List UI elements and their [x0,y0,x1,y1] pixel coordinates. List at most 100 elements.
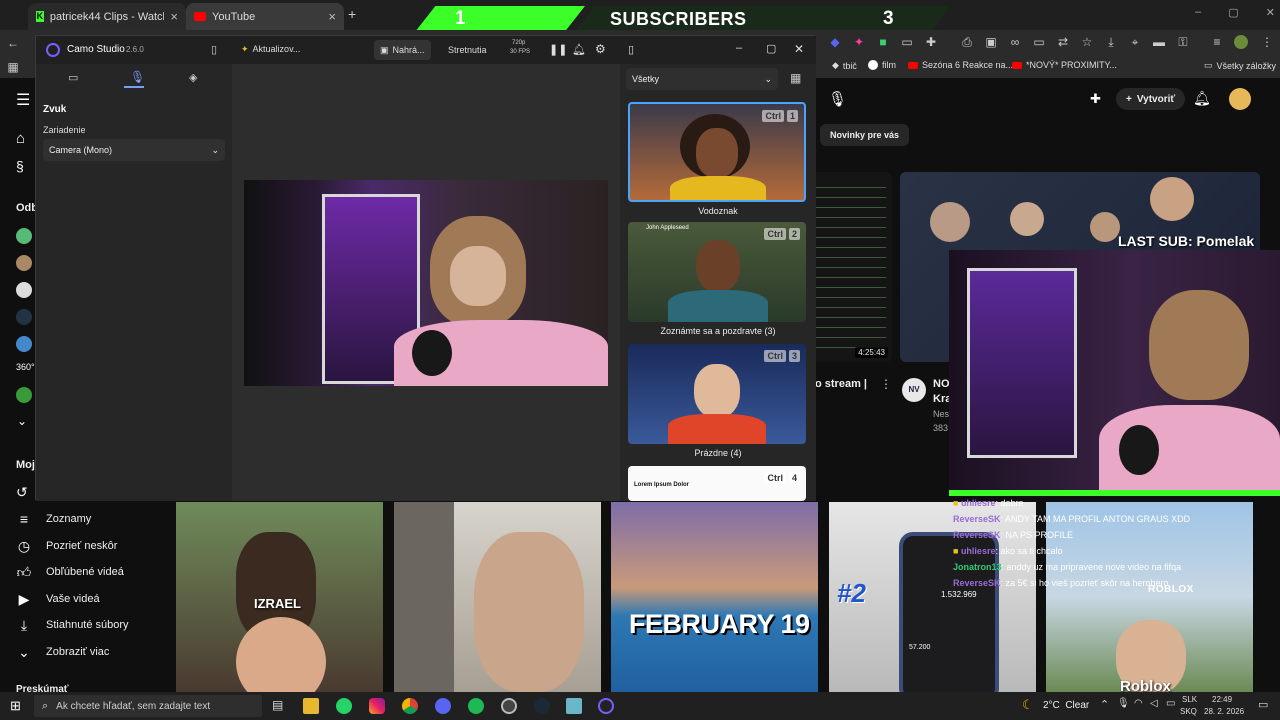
more-icon[interactable]: ⋮ [880,377,892,391]
file-explorer-icon[interactable] [303,698,319,714]
tab-youtube[interactable]: YouTube × [186,3,344,30]
tabs-icon[interactable]: ≡ [1210,35,1224,49]
grid-view-icon[interactable]: ▦ [790,71,801,85]
close-icon[interactable]: ✕ [1266,6,1275,19]
back-icon[interactable]: ← [6,36,20,50]
sidebar-item-watch-later[interactable]: ◷ Pozrieť neskôr [16,536,118,556]
gear-icon[interactable]: ⚙ [595,42,606,56]
clock-date[interactable]: 28. 2. 2026 [1204,707,1244,716]
close-icon[interactable]: × [328,9,336,24]
key-icon[interactable]: ⚿ [1176,35,1190,49]
hamburger-icon[interactable]: ☰ [16,90,30,110]
screenshot-icon[interactable]: ▣ [984,35,998,49]
language-code[interactable]: SLK [1182,695,1197,704]
close-icon[interactable]: × [170,9,178,24]
discord-icon[interactable] [435,698,451,714]
avatar[interactable]: 360° [16,362,35,372]
avatar[interactable] [16,228,32,244]
profile-avatar[interactable] [1234,35,1248,49]
bookmark-item[interactable]: film [868,60,896,70]
app-icon[interactable] [566,698,582,714]
minimize-icon[interactable]: – [736,42,742,54]
whatsapp-icon[interactable] [336,698,352,714]
keyboard-layout[interactable]: SKQ [1180,707,1197,716]
create-button[interactable]: + Vytvoriť [1116,88,1186,110]
create-plus-icon[interactable]: ✚ [1090,91,1101,107]
sidebar-item-downloads[interactable]: ⤓ Stiahnuté súbory [16,615,129,635]
windows-start-icon[interactable]: ⊞ [10,698,21,714]
translate-icon[interactable]: ⇄ [1056,35,1070,49]
wifi-icon[interactable]: ◠ [1134,698,1143,709]
bookmark-item[interactable]: Sezóna 6 Reakce na... [908,60,1013,70]
avatar[interactable] [16,309,32,325]
close-icon[interactable]: ✕ [794,42,804,56]
video-title[interactable]: o stream | [815,378,867,390]
notification-icon[interactable]: ▭ [1258,698,1268,711]
device-select[interactable]: Camera (Mono) ⌄ [43,139,225,161]
extension-icon[interactable]: ✦ [852,35,866,49]
scene-watermark[interactable]: Ctrl 1 [628,102,806,202]
layers-tab-icon[interactable]: ◈ [189,71,197,84]
tab-kick[interactable]: K patricek44 Clips - Watch Live o... × [28,3,186,30]
record-button[interactable]: ▣ Nahrá... [374,40,431,60]
split-view-icon[interactable]: ❚❚ [549,43,567,56]
panel-toggle-icon[interactable]: ▯ [628,43,634,56]
link-icon[interactable]: ∞ [1008,35,1022,49]
scene-filter-select[interactable]: Všetky ⌄ [626,68,778,90]
download-icon[interactable]: ⤓ [1104,35,1118,49]
obs-icon[interactable] [501,698,517,714]
meetings-button[interactable]: Stretnutia [448,45,487,55]
new-tab-button[interactable]: + [348,6,356,22]
sidebar-toggle-icon[interactable]: ▯ [211,43,217,56]
all-bookmarks[interactable]: ▭ Všetky záložky [1204,60,1276,71]
menu-icon[interactable]: ⋮ [1260,35,1274,49]
resolution-label[interactable]: 720p [512,40,525,46]
spotify-icon[interactable] [468,698,484,714]
short-thumbnail[interactable]: FEBRUARY 19 [611,502,818,692]
scene-lorem[interactable]: Lorem Ipsum Dolor Ctrl 4 [628,466,806,501]
video-title[interactable]: NO [933,378,950,390]
short-thumbnail[interactable] [394,502,601,692]
shorts-icon[interactable]: § [16,158,24,174]
chevron-down-icon[interactable]: ⌄ [17,414,27,428]
bookmark-item[interactable]: *NOVÝ* PROXIMITY... [1012,60,1117,70]
chip-news[interactable]: Novinky pre vás [820,124,910,146]
apps-icon[interactable]: ▦ [6,60,20,74]
scene-meet-greet[interactable]: John Appleseed Ctrl 2 [628,222,806,322]
microphone-tab-icon[interactable]: 🎙︎ [130,70,145,84]
channel-avatar[interactable]: NV [902,378,926,402]
sidebar-item-liked[interactable]: 👍︎ Obľúbené videá [16,562,124,582]
fps-label[interactable]: 30 FPS [510,49,530,55]
avatar[interactable] [1229,88,1251,110]
avatar[interactable] [16,336,32,352]
history-icon[interactable]: ↺ [16,484,28,501]
video-thumbnail-chat[interactable]: 4:25:43 [812,172,892,362]
microphone-icon[interactable]: 🎙︎ [1117,698,1130,709]
discord-extension-icon[interactable]: ◆ [828,35,842,49]
sidebar-item-show-more[interactable]: ⌄ Zobraziť viac [16,642,109,662]
channel-name[interactable]: Nes [933,409,949,419]
minimize-icon[interactable]: – [1195,6,1201,19]
sidebar-item-playlists[interactable]: ≡ Zoznamy [16,509,91,529]
clock-time[interactable]: 22:49 [1212,695,1232,704]
sidebar-item-your-videos[interactable]: ▶ Vaše videá [16,589,100,609]
video-tab-icon[interactable]: ▭ [68,71,78,84]
avatar[interactable] [16,255,32,271]
maximize-icon[interactable]: ▢ [766,42,776,55]
print-icon[interactable]: ⎙ [960,35,974,49]
extension-icon[interactable]: ▭ [900,35,914,49]
bookmark-item[interactable]: ◆ tbič [832,60,857,71]
scene-empty[interactable]: Ctrl 3 [628,344,806,444]
speaker-icon[interactable]: ◁ [1150,698,1158,709]
extension-icon[interactable]: ■ [876,35,890,49]
maximize-icon[interactable]: ▢ [1228,6,1238,19]
cast-icon[interactable]: ▭ [1032,35,1046,49]
update-button[interactable]: ✦ Aktualizov... [241,44,300,55]
instagram-icon[interactable] [369,698,385,714]
bell-icon[interactable]: 🔔︎ [1193,90,1211,107]
weather-moon-icon[interactable]: ☾ [1022,697,1034,713]
task-view-icon[interactable]: ▤ [272,698,283,712]
chrome-icon[interactable] [402,698,418,714]
taskbar-search[interactable]: ⌕ Ak chcete hľadať, sem zadajte text [34,695,262,717]
microphone-icon[interactable]: 🎙︎ [828,90,847,108]
